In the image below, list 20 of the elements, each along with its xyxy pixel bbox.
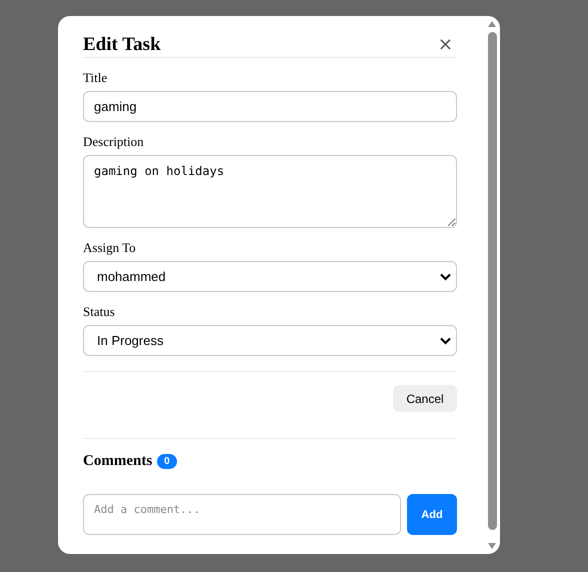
modal-title: Edit Task — [83, 34, 161, 56]
comment-field[interactable]: Add a comment... — [83, 494, 401, 535]
field-label: Title — [83, 70, 108, 86]
chevron-down-icon — [440, 272, 451, 280]
field-label: Assign To — [83, 240, 137, 256]
close-button[interactable]: × — [434, 36, 457, 54]
input-field[interactable]: gaming — [83, 91, 457, 122]
comments-heading: Comments — [83, 453, 152, 470]
scroll-thumb[interactable] — [488, 32, 496, 530]
select-field[interactable]: mohammed — [83, 261, 457, 292]
textarea-field[interactable]: gaming on holidays — [83, 155, 457, 228]
scroll-down-icon[interactable] — [487, 542, 497, 550]
chevron-down-icon — [440, 336, 451, 344]
add-button[interactable]: Add — [407, 494, 457, 535]
field-label: Status — [83, 304, 116, 320]
count-badge: 0 — [157, 454, 177, 469]
field-label: Description — [83, 134, 145, 150]
scroll-up-icon[interactable] — [487, 20, 497, 28]
select-field[interactable]: In Progress — [83, 325, 457, 356]
cancel-button[interactable]: Cancel — [393, 385, 457, 412]
